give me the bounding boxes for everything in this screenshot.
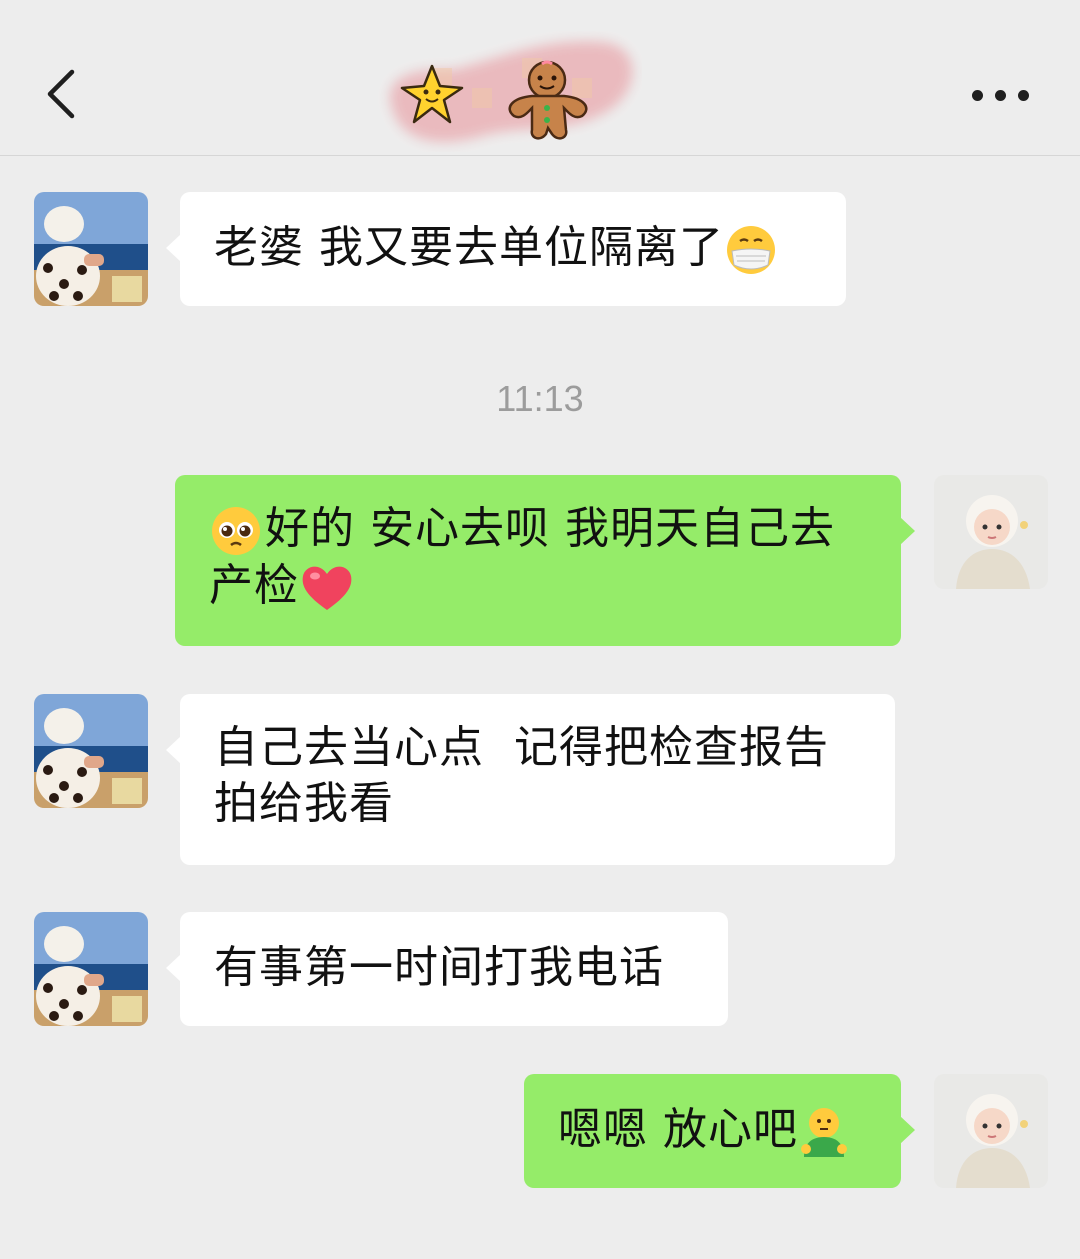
more-options-button[interactable]	[960, 70, 1040, 120]
title-sticker-icon	[390, 41, 633, 142]
message-bubble-incoming[interactable]: 有事第一时间打我电话	[166, 912, 728, 1026]
message-text-line-1: 好的 安心去呗 我明天自己去	[265, 503, 835, 554]
avatar-image	[934, 1074, 1048, 1188]
chevron-left-icon	[47, 69, 75, 119]
back-button[interactable]	[30, 58, 94, 130]
message-text-line-2: 拍给我看	[214, 778, 394, 829]
avatar-image	[34, 192, 148, 306]
pleading-face-emoji	[212, 507, 260, 555]
my-avatar[interactable]	[934, 1074, 1048, 1188]
ellipsis-icon	[971, 89, 983, 101]
message-text: 嗯嗯 放心吧	[558, 1104, 798, 1155]
contact-avatar[interactable]	[34, 694, 148, 808]
message-text-line-1: 自己去当心点 记得把检查报告	[214, 722, 829, 773]
message-text: 有事第一时间打我电话	[214, 942, 664, 993]
message-bubble-outgoing[interactable]: 好的 安心去呗 我明天自己去 产检	[175, 475, 915, 646]
contact-avatar[interactable]	[34, 192, 148, 306]
avatar-image	[34, 912, 148, 1026]
message-text-line-2: 产检	[209, 560, 299, 611]
chat-screen: 老婆 我又要去单位隔离了 11:13 好的 安心去呗 我明天自己去 产检 自己去…	[0, 0, 1080, 1259]
message-timestamp: 11:13	[496, 378, 584, 419]
avatar-image	[934, 475, 1048, 589]
red-heart-emoji	[302, 566, 352, 610]
message-bubble-outgoing[interactable]: 嗯嗯 放心吧	[524, 1074, 915, 1188]
person-in-green-shirt-emoji	[801, 1108, 847, 1157]
face-with-medical-mask-emoji	[727, 226, 775, 274]
message-bubble-incoming[interactable]: 老婆 我又要去单位隔离了	[166, 192, 846, 306]
message-bubble-incoming[interactable]: 自己去当心点 记得把检查报告 拍给我看	[166, 694, 895, 865]
message-text: 老婆 我又要去单位隔离了	[214, 222, 724, 273]
chat-header	[0, 0, 1080, 156]
avatar-image	[34, 694, 148, 808]
contact-avatar[interactable]	[34, 912, 148, 1026]
my-avatar[interactable]	[934, 475, 1048, 589]
